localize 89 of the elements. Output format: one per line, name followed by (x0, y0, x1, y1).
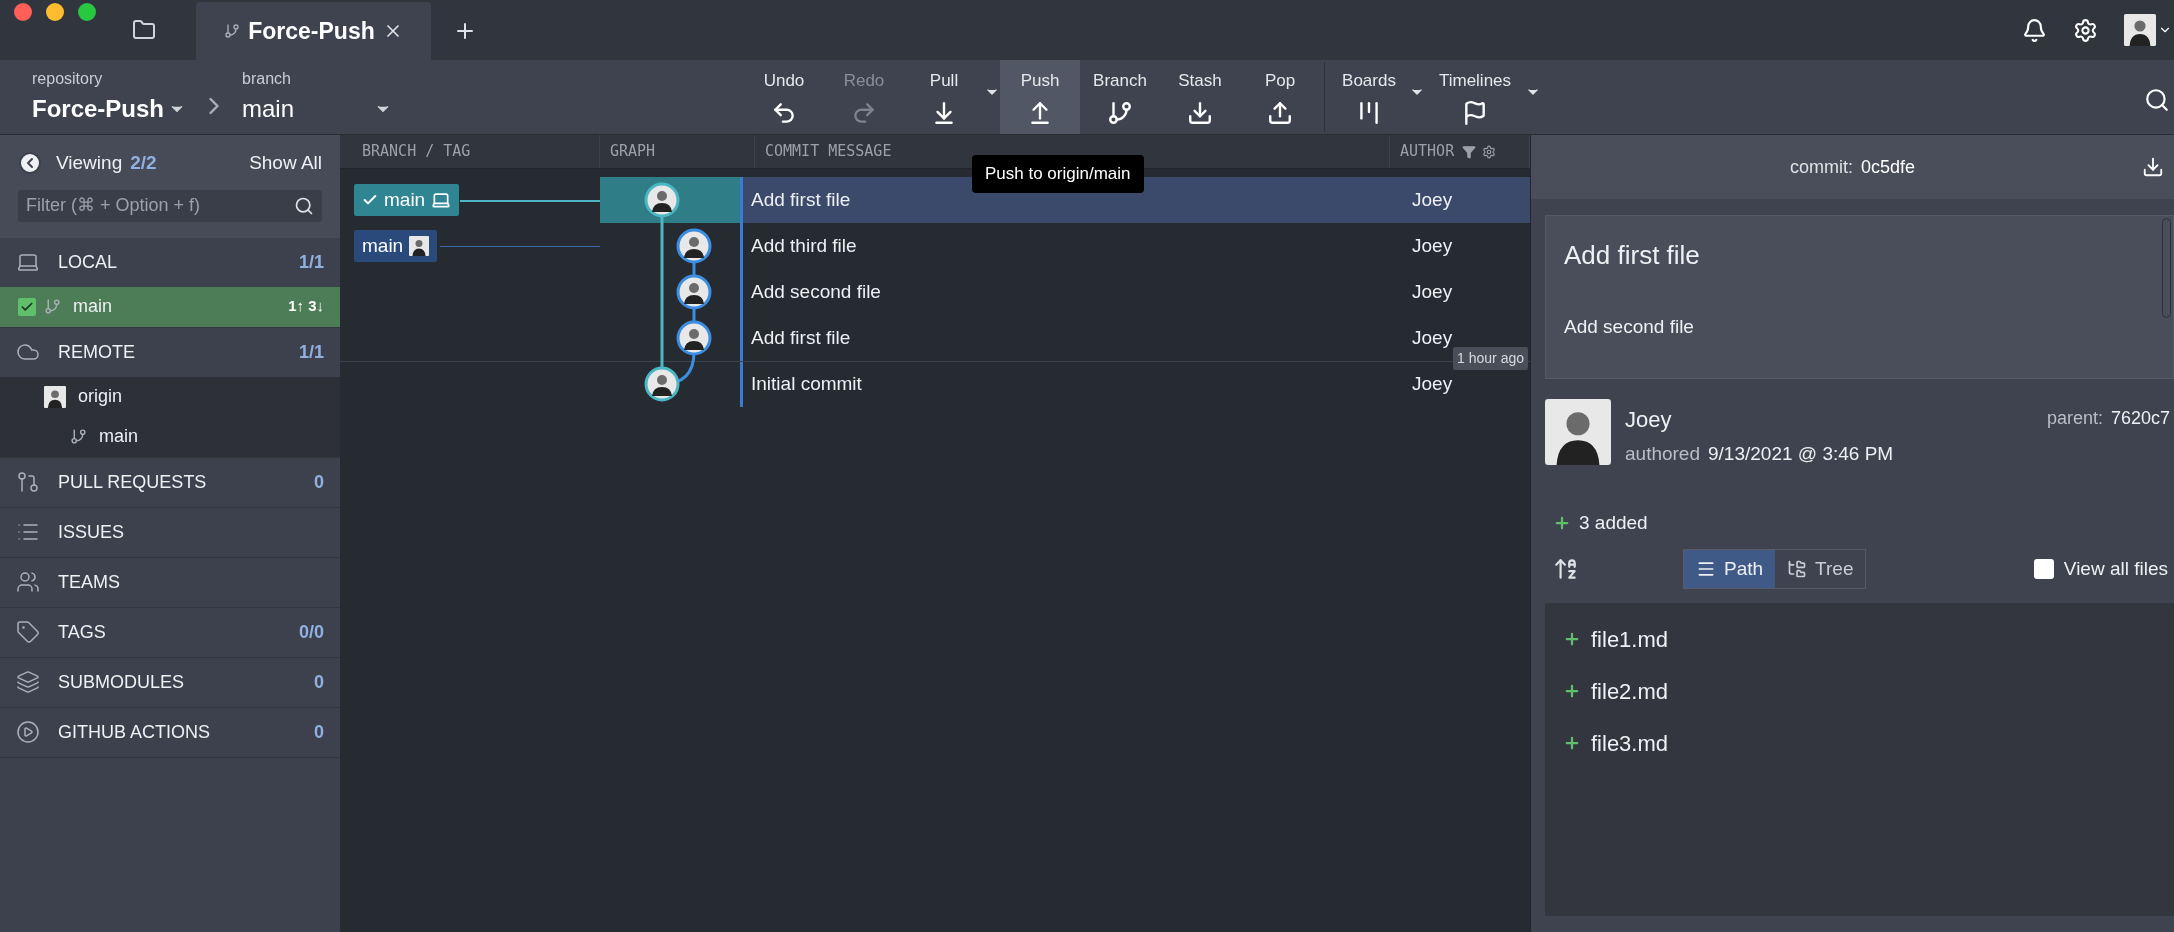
commit-node[interactable] (676, 320, 712, 356)
commit-sha: 0c5dfe (1860, 155, 1915, 179)
column-header: AUTHOR (1400, 141, 1455, 163)
commit-author: Joey (1412, 372, 1453, 397)
plus-icon (1563, 630, 1581, 648)
branch-name[interactable]: main (73, 293, 112, 320)
commit-node[interactable] (676, 228, 712, 264)
viewing-label: Viewing (56, 151, 123, 175)
branch-name[interactable]: origin (78, 383, 123, 410)
branch-icon (44, 298, 61, 315)
commit-message: Add first file (751, 187, 851, 212)
authored-label: authored (1625, 442, 1700, 466)
commit-body: Add second file (1564, 315, 1695, 339)
close-window-button[interactable] (14, 3, 32, 21)
parent-label: parent: (2046, 407, 2103, 430)
commit-message: Add second file (751, 279, 881, 304)
repository-tab[interactable]: Force-Push (196, 2, 431, 60)
branch-label[interactable]: main (354, 184, 460, 216)
added-count: 3 added (1579, 510, 1648, 535)
repository-dropdown[interactable]: Force-Push (32, 91, 230, 127)
people-icon (16, 570, 40, 594)
commit-message: Add first file (751, 325, 851, 350)
avatar-placeholder (1545, 399, 1611, 465)
checkbox[interactable] (18, 297, 36, 316)
commit-author: Joey (1412, 187, 1453, 212)
show-all-button[interactable]: Show All (249, 149, 322, 178)
commit-author: Joey (1412, 233, 1453, 258)
zoom-window-button[interactable] (78, 3, 96, 21)
filter-icon[interactable] (1462, 144, 1477, 159)
folder-icon[interactable] (132, 18, 156, 42)
field-label: branch (242, 69, 292, 89)
checkbox-label: View all files (2063, 556, 2168, 581)
commit-author: Joey (1412, 325, 1453, 350)
file-row[interactable]: file2.md (1545, 665, 2174, 717)
view-toggle[interactable]: Tree (1775, 550, 1866, 588)
settings-icon[interactable] (2073, 17, 2098, 43)
branch-dropdown[interactable]: main (242, 91, 392, 127)
commit-label: commit: (1789, 155, 1853, 179)
tag-icon (16, 620, 40, 644)
commit-summary: Add first file (1564, 239, 1701, 272)
commit-author: Joey (1412, 279, 1453, 304)
plus-icon (1563, 682, 1581, 700)
tree-icon (1787, 559, 1808, 579)
plus-icon (1563, 734, 1581, 752)
commit-message: Add third file (751, 233, 857, 258)
column-header: GRAPH (610, 141, 656, 163)
flag-icon (1462, 99, 1488, 126)
column-header: BRANCH / TAG (362, 141, 471, 163)
download-icon[interactable] (2142, 156, 2164, 178)
checkbox[interactable] (2033, 559, 2054, 579)
viewing-count: 2/2 (130, 151, 157, 175)
avatar-placeholder (44, 385, 66, 408)
search-icon (294, 195, 314, 216)
avatar-placeholder (2124, 14, 2156, 46)
list-icon (1696, 559, 1716, 579)
branch-icon (224, 23, 241, 39)
parent-sha: 7620c7 (2110, 407, 2170, 430)
tray-download-icon (1187, 99, 1213, 126)
play-icon (16, 720, 40, 744)
commit-node[interactable] (644, 366, 680, 402)
filter-field[interactable]: Filter (⌘ + Option + f) (18, 189, 322, 222)
laptop-icon (431, 190, 452, 210)
branch-icon (1107, 99, 1133, 126)
tooltip: Push to origin/main (972, 155, 1144, 193)
notification-icon[interactable] (2022, 17, 2047, 43)
layers-icon (16, 670, 40, 694)
view-toggle[interactable]: Path (1684, 550, 1776, 588)
search-icon[interactable] (2144, 87, 2170, 113)
commit-message: Initial commit (751, 372, 862, 397)
ahead-behind-count: 1↑ 3↓ (288, 296, 324, 317)
avatar-placeholder (409, 236, 430, 256)
commit-node[interactable] (676, 274, 712, 310)
toolbar-button[interactable]: Push (1000, 60, 1080, 134)
branch-icon (70, 428, 87, 445)
branch-label[interactable]: main (354, 230, 438, 262)
author-name: Joey (1625, 406, 1673, 434)
tray-upload-icon (1267, 99, 1293, 126)
back-icon[interactable] (18, 151, 42, 176)
minimize-window-button[interactable] (46, 3, 64, 21)
branch-name[interactable]: main (99, 423, 138, 450)
authored-date: 9/13/2021 @ 3:46 PM (1708, 442, 1894, 466)
file-row[interactable]: file1.md (1545, 613, 2174, 665)
field-label: repository (32, 69, 104, 89)
commit-time-tooltip: 1 hour ago (1453, 347, 1528, 370)
sort-icon[interactable] (1553, 556, 1579, 582)
pull-request-icon (16, 470, 40, 494)
file-row[interactable]: file3.md (1545, 717, 2174, 769)
column-header: COMMIT MESSAGE (765, 141, 892, 163)
commit-node[interactable] (644, 182, 680, 218)
